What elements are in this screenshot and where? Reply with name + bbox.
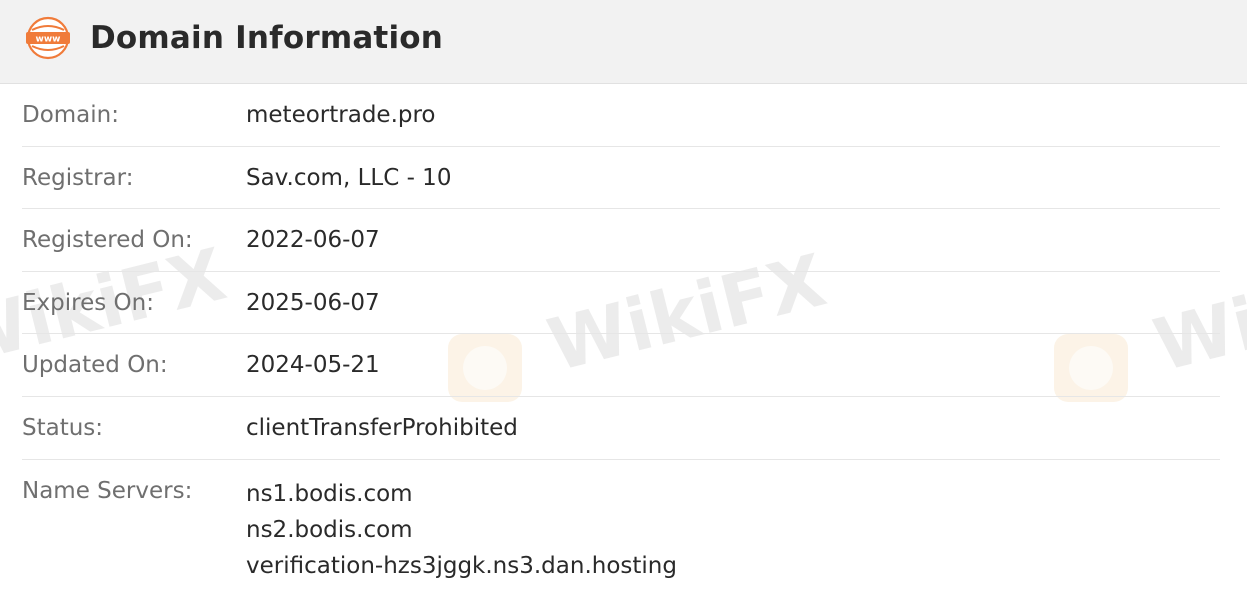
name-server-list: ns1.bodis.com ns2.bodis.com verification… (246, 476, 677, 584)
info-row-registrar: Registrar: Sav.com, LLC - 10 (22, 147, 1220, 210)
www-icon-text: www (36, 35, 61, 45)
section-header: www Domain Information (0, 0, 1247, 84)
row-value: 2025-06-07 (246, 289, 380, 316)
www-globe-icon: www (26, 16, 70, 60)
row-label: Registrar: (22, 164, 134, 191)
row-label: Expires On: (22, 289, 154, 316)
row-value: 2022-06-07 (246, 227, 380, 254)
name-server-item: verification-hzs3jggk.ns3.dan.hosting (246, 552, 677, 579)
row-value: 2024-05-21 (246, 352, 380, 379)
page-title: Domain Information (90, 20, 444, 56)
row-label: Domain: (22, 102, 119, 128)
row-label: Updated On: (22, 352, 168, 379)
info-row-expires-on: Expires On: 2025-06-07 (22, 272, 1220, 335)
row-label: Status: (22, 414, 104, 441)
row-value: meteortrade.pro (246, 102, 436, 128)
info-row-domain: Domain: meteortrade.pro (22, 84, 1220, 147)
row-value: clientTransferProhibited (246, 414, 518, 441)
name-server-item: ns2.bodis.com (246, 516, 413, 543)
domain-information-panel: WikiFX WikiFX WikiFX WikiFX WikiFX www D… (0, 0, 1247, 591)
info-row-updated-on: Updated On: 2024-05-21 (22, 334, 1220, 397)
info-row-registered-on: Registered On: 2022-06-07 (22, 209, 1220, 272)
row-value: Sav.com, LLC - 10 (246, 164, 452, 191)
domain-info-list: Domain: meteortrade.pro Registrar: Sav.c… (22, 84, 1220, 591)
info-row-name-servers: Name Servers: ns1.bodis.com ns2.bodis.co… (22, 460, 1220, 591)
info-row-status: Status: clientTransferProhibited (22, 397, 1220, 460)
name-server-item: ns1.bodis.com (246, 480, 413, 507)
row-label: Name Servers: (22, 477, 193, 504)
row-label: Registered On: (22, 227, 193, 254)
